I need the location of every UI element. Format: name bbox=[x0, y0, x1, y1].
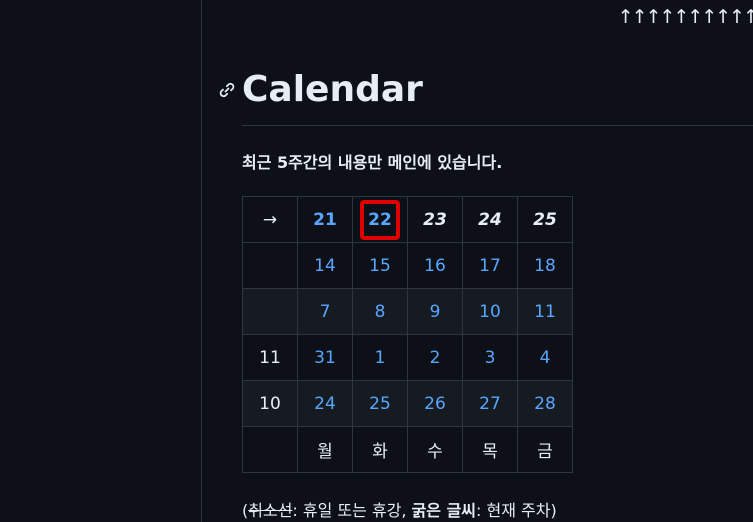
day-link-18[interactable]: 18 bbox=[517, 242, 573, 289]
arrow-text: ↑↑↑↑↑↑↑↑↑↑ bbox=[617, 6, 753, 28]
day-link-21[interactable]: 21 bbox=[297, 196, 353, 243]
day-link-8[interactable]: 8 bbox=[352, 288, 408, 335]
highlight-box[interactable]: 22 bbox=[360, 199, 400, 240]
day-link-28[interactable]: 28 bbox=[517, 380, 573, 427]
day-link-25[interactable]: 25 bbox=[352, 380, 408, 427]
weekday-header-wed: 수 bbox=[407, 426, 463, 473]
day-cell-23: 23 bbox=[407, 196, 463, 243]
day-link-22-highlighted[interactable]: 22 bbox=[352, 196, 408, 243]
day-cell-25: 25 bbox=[517, 196, 573, 243]
intro-text: 최근 5주간의 내용만 메인에 있습니다. bbox=[242, 153, 503, 172]
day-link-14[interactable]: 14 bbox=[297, 242, 353, 289]
week-label-cell bbox=[242, 242, 298, 289]
day-link-7[interactable]: 7 bbox=[297, 288, 353, 335]
day-link-27[interactable]: 27 bbox=[462, 380, 518, 427]
week-marker-cell: → bbox=[242, 196, 298, 243]
table-row: 11 31 1 2 3 4 bbox=[242, 334, 573, 381]
month-label-cell: 10 bbox=[242, 380, 298, 427]
page-title: Calendar bbox=[242, 69, 423, 110]
link-icon[interactable] bbox=[217, 80, 237, 100]
table-row: 14 15 16 17 18 bbox=[242, 242, 573, 289]
day-link-1[interactable]: 1 bbox=[352, 334, 408, 381]
day-link-10[interactable]: 10 bbox=[462, 288, 518, 335]
weekday-header-mon: 월 bbox=[297, 426, 353, 473]
legend-strike-label: 취소선 bbox=[248, 501, 293, 520]
legend-bold-label: 굵은 글씨 bbox=[411, 501, 477, 520]
calendar-legend: (취소선: 휴일 또는 휴강, 굵은 글씨: 현재 주차) bbox=[242, 497, 557, 521]
day-link-17[interactable]: 17 bbox=[462, 242, 518, 289]
day-link-31[interactable]: 31 bbox=[297, 334, 353, 381]
weekday-header-blank bbox=[242, 426, 298, 473]
page: ↑↑↑↑↑↑↑↑↑↑ Calendar 최근 5주간의 내용만 메인에 있습니다… bbox=[0, 0, 753, 522]
weekday-header-fri: 금 bbox=[517, 426, 573, 473]
vertical-divider bbox=[201, 0, 202, 522]
day-link-24[interactable]: 24 bbox=[297, 380, 353, 427]
day-link-2[interactable]: 2 bbox=[407, 334, 463, 381]
legend-strike-desc: : 휴일 또는 휴강, bbox=[292, 501, 412, 520]
table-row: → 21 22 23 24 25 bbox=[242, 196, 573, 243]
day-link-9[interactable]: 9 bbox=[407, 288, 463, 335]
calendar-table: → 21 22 23 24 25 14 15 16 17 18 7 8 9 10… bbox=[242, 196, 573, 473]
day-link-4[interactable]: 4 bbox=[517, 334, 573, 381]
day-link-11[interactable]: 11 bbox=[517, 288, 573, 335]
day-link-3[interactable]: 3 bbox=[462, 334, 518, 381]
legend-bold-desc: : 현재 주차) bbox=[476, 501, 557, 520]
left-gutter bbox=[0, 0, 201, 522]
week-label-cell bbox=[242, 288, 298, 335]
day-link-16[interactable]: 16 bbox=[407, 242, 463, 289]
day-link-26[interactable]: 26 bbox=[407, 380, 463, 427]
day-cell-24: 24 bbox=[462, 196, 518, 243]
section-heading: Calendar bbox=[217, 64, 423, 116]
weekday-header-thu: 목 bbox=[462, 426, 518, 473]
table-row: 10 24 25 26 27 28 bbox=[242, 380, 573, 427]
weekday-header-tue: 화 bbox=[352, 426, 408, 473]
month-label-cell: 11 bbox=[242, 334, 298, 381]
day-link-15[interactable]: 15 bbox=[352, 242, 408, 289]
table-row: 월 화 수 목 금 bbox=[242, 426, 573, 473]
table-row: 7 8 9 10 11 bbox=[242, 288, 573, 335]
heading-divider bbox=[242, 125, 753, 126]
